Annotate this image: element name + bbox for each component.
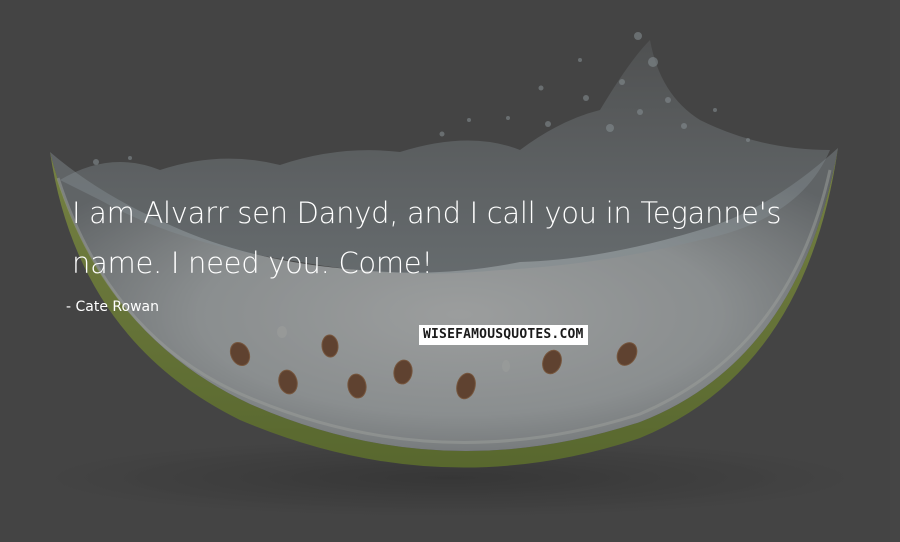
quote-text: I am Alvarr sen Danyd, and I call you in… [72, 188, 872, 288]
quote-line-1: I am Alvarr sen Danyd, and I call you in… [72, 196, 782, 230]
quote-line-2: name. I need you. Come! [72, 246, 433, 280]
quote-card: I am Alvarr sen Danyd, and I call you in… [0, 0, 900, 542]
site-watermark: WISEFAMOUSQUOTES.COM [419, 325, 588, 345]
quote-author: - Cate Rowan [66, 299, 159, 315]
